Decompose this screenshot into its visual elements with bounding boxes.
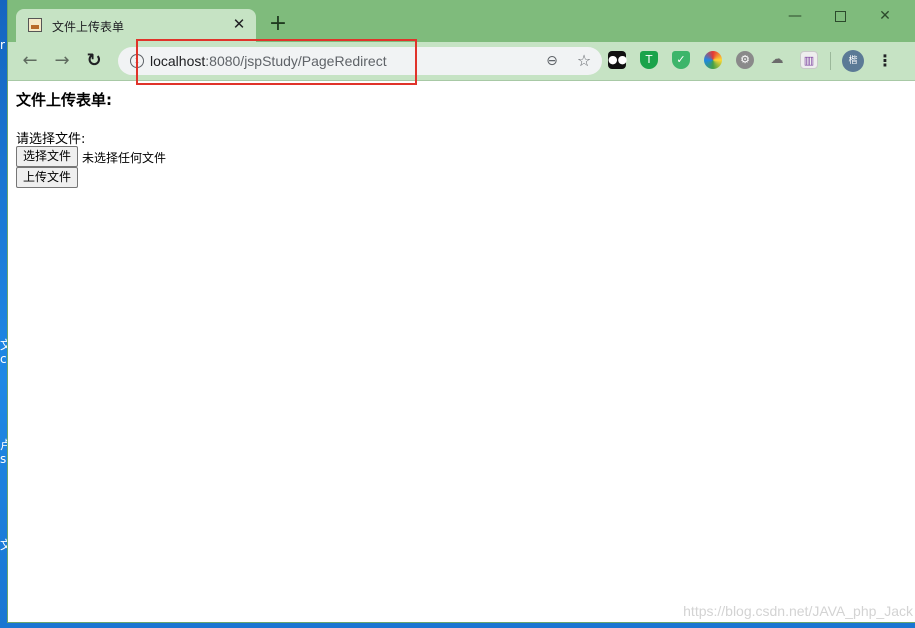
choose-file-button[interactable]: 选择文件 xyxy=(16,146,79,167)
browser-window: 文件上传表单 ✕ + — ✕ ← → ↻ i localhost:8080/js… xyxy=(8,0,915,622)
desktop-edge-text: c xyxy=(0,352,7,366)
ext-icon[interactable]: ▥ xyxy=(800,51,818,69)
tab-active[interactable]: 文件上传表单 ✕ xyxy=(16,9,256,42)
desktop-edge-text: s xyxy=(0,452,7,466)
page-title: 文件上传表单: xyxy=(16,91,112,109)
minimize-button[interactable]: — xyxy=(775,4,815,28)
new-tab-button[interactable]: + xyxy=(266,12,290,36)
forward-arrow-icon[interactable]: → xyxy=(50,49,74,73)
gear-icon[interactable]: ⚙ xyxy=(736,51,754,69)
shield-icon[interactable]: T xyxy=(640,51,658,69)
page-content: 文件上传表单: 请选择文件: 选择文件 未选择任何文件 上传文件 https:/… xyxy=(8,81,915,622)
tab-close-icon[interactable]: ✕ xyxy=(230,15,248,33)
tab-strip: 文件上传表单 ✕ + — ✕ xyxy=(8,0,915,42)
cloud-icon[interactable]: ☁ xyxy=(768,51,786,69)
zoom-icon[interactable]: ⊖ xyxy=(542,51,562,71)
desktop-edge-text: 文 xyxy=(0,338,8,352)
toolbar-divider xyxy=(830,52,831,70)
desktop-edge-text: r xyxy=(0,38,5,52)
upload-button[interactable]: 上传文件 xyxy=(16,167,79,188)
no-file-text: 未选择任何文件 xyxy=(82,151,167,165)
star-icon[interactable]: ☆ xyxy=(574,51,594,71)
check-shield-icon[interactable]: ✓ xyxy=(672,51,690,69)
close-window-button[interactable]: ✕ xyxy=(865,4,905,28)
url-highlight-box xyxy=(136,39,417,85)
tampermonkey-icon[interactable]: ●● xyxy=(608,51,627,69)
watermark: https://blog.csdn.net/JAVA_php_Jack xyxy=(683,603,913,619)
menu-icon[interactable]: ⋮ xyxy=(876,49,894,73)
desktop-edge-text: 卢 xyxy=(0,438,8,452)
tab-title: 文件上传表单 xyxy=(52,20,125,34)
avatar[interactable]: 楷 xyxy=(842,50,864,72)
file-label: 请选择文件: xyxy=(16,132,86,147)
favicon-icon xyxy=(28,18,42,32)
color-wheel-icon[interactable] xyxy=(704,51,722,69)
back-arrow-icon[interactable]: ← xyxy=(18,49,42,73)
maximize-icon xyxy=(834,10,846,22)
maximize-button[interactable] xyxy=(820,4,860,28)
desktop-edge-text: 文 xyxy=(0,538,8,552)
reload-icon[interactable]: ↻ xyxy=(82,49,106,73)
